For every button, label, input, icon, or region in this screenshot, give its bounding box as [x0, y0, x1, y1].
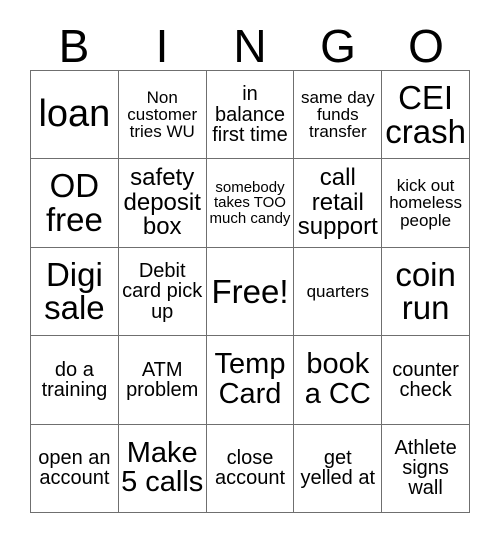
header-letter-b: B: [58, 20, 90, 72]
free-space-label: Free!: [211, 272, 289, 310]
bingo-cell-label: CEI crash: [385, 79, 466, 150]
bingo-cell-label: same day funds transfer: [300, 87, 375, 142]
bingo-cell-b4[interactable]: do a training: [31, 336, 119, 425]
header-letter-o: O: [408, 20, 444, 72]
bingo-header: B I N G O: [30, 14, 470, 70]
bingo-cell-label: Make 5 calls: [121, 436, 204, 499]
bingo-cell-o1[interactable]: CEI crash: [382, 71, 470, 160]
bingo-cell-n1[interactable]: in balance first time: [206, 71, 295, 160]
bingo-cell-label: Athlete signs wall: [394, 436, 457, 500]
bingo-cell-b5[interactable]: open an account: [31, 424, 119, 513]
bingo-cell-o2[interactable]: kick out homeless people: [382, 159, 470, 248]
bingo-cell-i3[interactable]: Debit card pick up: [118, 247, 207, 337]
bingo-cell-label: Non customer tries WU: [127, 87, 198, 142]
bingo-cell-label: loan: [38, 93, 111, 136]
bingo-cell-o5[interactable]: Athlete signs wall: [382, 424, 470, 513]
bingo-cell-label: Temp Card: [214, 348, 286, 410]
header-letter-n: N: [233, 20, 267, 72]
bingo-cell-i5[interactable]: Make 5 calls: [118, 424, 207, 513]
bingo-cell-g3[interactable]: quarters: [294, 247, 383, 337]
bingo-cell-n4[interactable]: Temp Card: [206, 336, 295, 425]
bingo-cell-label: Digi sale: [44, 255, 105, 327]
bingo-cell-label: quarters: [306, 281, 369, 301]
bingo-cell-label: book a CC: [304, 348, 371, 410]
bingo-grid: loan Non customer tries WU in balance fi…: [30, 70, 470, 513]
bingo-cell-free-space[interactable]: Free!: [206, 247, 295, 337]
bingo-cell-b3[interactable]: Digi sale: [31, 247, 119, 337]
bingo-cell-label: kick out homeless people: [389, 176, 462, 230]
bingo-cell-label: safety deposit box: [123, 164, 201, 241]
bingo-cell-label: counter check: [392, 358, 459, 401]
header-letter-i: I: [155, 20, 169, 72]
bingo-cell-g2[interactable]: call retail support: [294, 159, 383, 248]
bingo-cell-n5[interactable]: close account: [206, 424, 295, 513]
bingo-cell-label: somebody takes TOO much candy: [209, 179, 291, 227]
bingo-cell-i2[interactable]: safety deposit box: [118, 159, 207, 248]
bingo-cell-i4[interactable]: ATM problem: [118, 336, 207, 425]
bingo-cell-g5[interactable]: get yelled at: [294, 424, 383, 513]
bingo-cell-g1[interactable]: same day funds transfer: [294, 71, 383, 160]
bingo-cell-b2[interactable]: OD free: [31, 159, 119, 248]
bingo-cell-label: Debit card pick up: [122, 259, 203, 323]
bingo-cell-o3[interactable]: coin run: [382, 247, 470, 337]
bingo-cell-label: coin run: [395, 255, 456, 327]
bingo-cell-i1[interactable]: Non customer tries WU: [118, 71, 207, 160]
bingo-cell-g4[interactable]: book a CC: [294, 336, 383, 425]
bingo-cell-label: ATM problem: [126, 358, 199, 401]
bingo-cell-label: do a training: [41, 358, 108, 401]
bingo-cell-o4[interactable]: counter check: [382, 336, 470, 425]
bingo-cell-label: close account: [214, 446, 286, 490]
bingo-card: B I N G O loan Non customer tries WU in …: [0, 0, 500, 544]
bingo-cell-label: call retail support: [297, 164, 378, 241]
bingo-cell-label: open an account: [38, 446, 111, 490]
bingo-cell-label: OD free: [45, 167, 103, 239]
bingo-cell-label: get yelled at: [300, 446, 376, 490]
bingo-cell-b1[interactable]: loan: [31, 71, 119, 160]
bingo-cell-label: in balance first time: [212, 83, 288, 146]
bingo-cell-n2[interactable]: somebody takes TOO much candy: [206, 159, 295, 248]
header-letter-g: G: [320, 20, 356, 72]
